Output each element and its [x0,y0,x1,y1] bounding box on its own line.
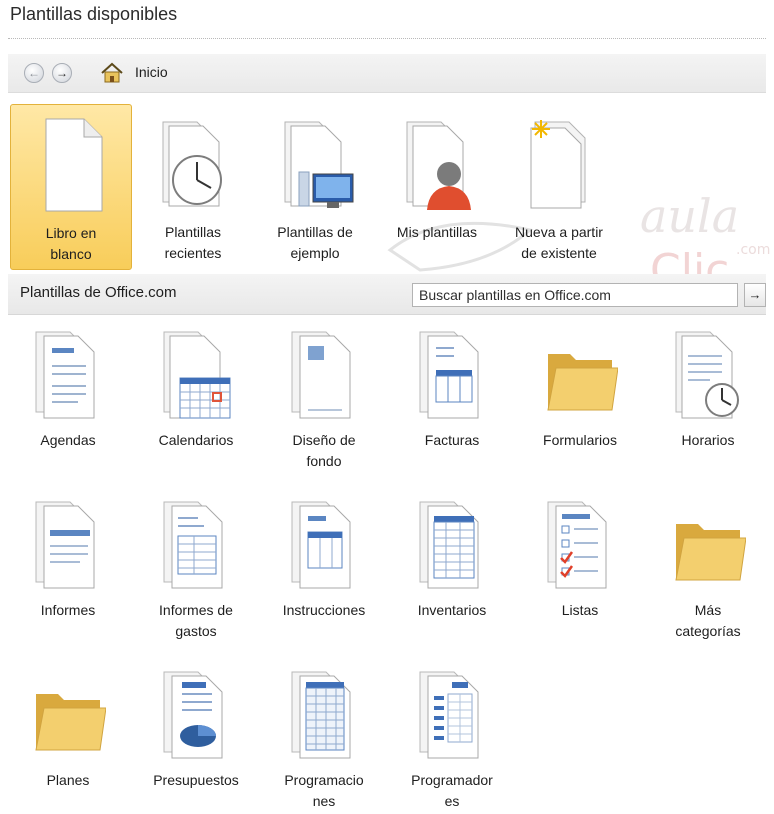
category-formularios[interactable]: Formularios [520,326,640,466]
category-label: Agendas [40,432,96,448]
background-doc-icon [291,331,351,419]
category-mas-categorias[interactable]: Más categorías [648,496,768,639]
section-title: Plantillas de Office.com [20,284,177,301]
category-label: Programador es [411,772,493,809]
tile-blank-workbook[interactable]: Libro en blanco [10,104,132,270]
category-planes[interactable]: Planes [8,666,128,806]
category-presupuestos[interactable]: Presupuestos [136,666,256,806]
planner-doc-icon [419,671,479,759]
tile-recent-templates[interactable]: Plantillas recientes [132,104,254,270]
expense-report-doc-icon [163,501,223,589]
tile-label: Nueva a partir de existente [515,224,603,261]
calendar-doc-icon [163,331,231,419]
search-button[interactable]: → [744,283,766,307]
folder-icon [35,694,106,751]
budget-doc-icon [163,671,223,759]
category-label: Inventarios [417,602,487,618]
category-calendarios[interactable]: Calendarios [136,326,256,466]
category-instrucciones[interactable]: Instrucciones [264,496,384,636]
tile-label: Mis plantillas [396,224,478,240]
folder-icon [675,524,746,581]
category-informes[interactable]: Informes [8,496,128,636]
home-icon[interactable] [100,62,124,84]
recent-templates-icon [162,121,222,207]
category-listas[interactable]: Listas [520,496,640,636]
category-label: Informes de gastos [159,602,233,639]
tile-label: Plantillas de ejemplo [277,224,353,261]
category-inventarios[interactable]: Inventarios [392,496,512,636]
category-label: Listas [561,602,599,618]
page-title: Plantillas disponibles [10,4,178,24]
search-input[interactable]: Buscar plantillas en Office.com [412,283,738,307]
tile-label: Plantillas recientes [164,224,222,261]
category-label: Facturas [424,432,480,448]
svg-text:.com: .com [736,242,770,258]
my-templates-icon [406,121,471,210]
tile-new-from-existing[interactable]: Nueva a partir de existente [498,104,620,270]
programming-doc-icon [291,671,351,759]
new-from-existing-icon [530,120,586,209]
category-programaciones[interactable]: Programacio nes [264,666,384,809]
schedule-doc-icon [675,331,739,419]
category-label: Más categorías [675,602,741,639]
category-label: Formularios [543,432,617,448]
inventory-doc-icon [419,501,479,589]
navigation-bar: ← → Inicio [8,54,766,93]
instructions-doc-icon [291,501,351,589]
back-button[interactable]: ← [24,63,44,83]
breadcrumb-home[interactable]: Inicio [135,64,168,80]
category-programadores[interactable]: Programador es [392,666,512,809]
category-label: Instrucciones [282,602,366,618]
checklist-doc-icon [547,501,607,589]
category-label: Horarios [681,432,735,448]
sample-templates-icon [284,121,354,208]
category-informes-de-gastos[interactable]: Informes de gastos [136,496,256,639]
back-arrow-icon: ← [28,66,40,80]
tile-sample-templates[interactable]: Plantillas de ejemplo [254,104,376,270]
category-facturas[interactable]: Facturas [392,326,512,466]
blank-workbook-icon [45,118,103,212]
category-agendas[interactable]: Agendas [8,326,128,466]
category-label: Calendarios [158,432,234,448]
svg-text:aula: aula [640,189,739,243]
category-label: Informes [40,602,96,618]
category-diseno-de-fondo[interactable]: Diseño de fondo [264,326,384,469]
agenda-doc-icon [35,331,95,419]
tile-my-templates[interactable]: Mis plantillas [376,104,498,270]
forward-arrow-icon: → [56,66,68,80]
category-horarios[interactable]: Horarios [648,326,768,466]
category-label: Diseño de fondo [292,432,356,469]
title-divider [8,38,766,39]
forward-button[interactable]: → [52,63,72,83]
arrow-right-icon: → [748,287,762,302]
invoice-doc-icon [419,331,479,419]
category-label: Presupuestos [153,772,239,788]
tile-label: Libro en blanco [45,225,97,262]
report-doc-icon [35,501,95,589]
category-label: Planes [46,772,90,788]
office-templates-section-header: Plantillas de Office.com Buscar plantill… [8,274,766,315]
category-label: Programacio nes [284,772,364,809]
folder-icon [547,354,618,411]
